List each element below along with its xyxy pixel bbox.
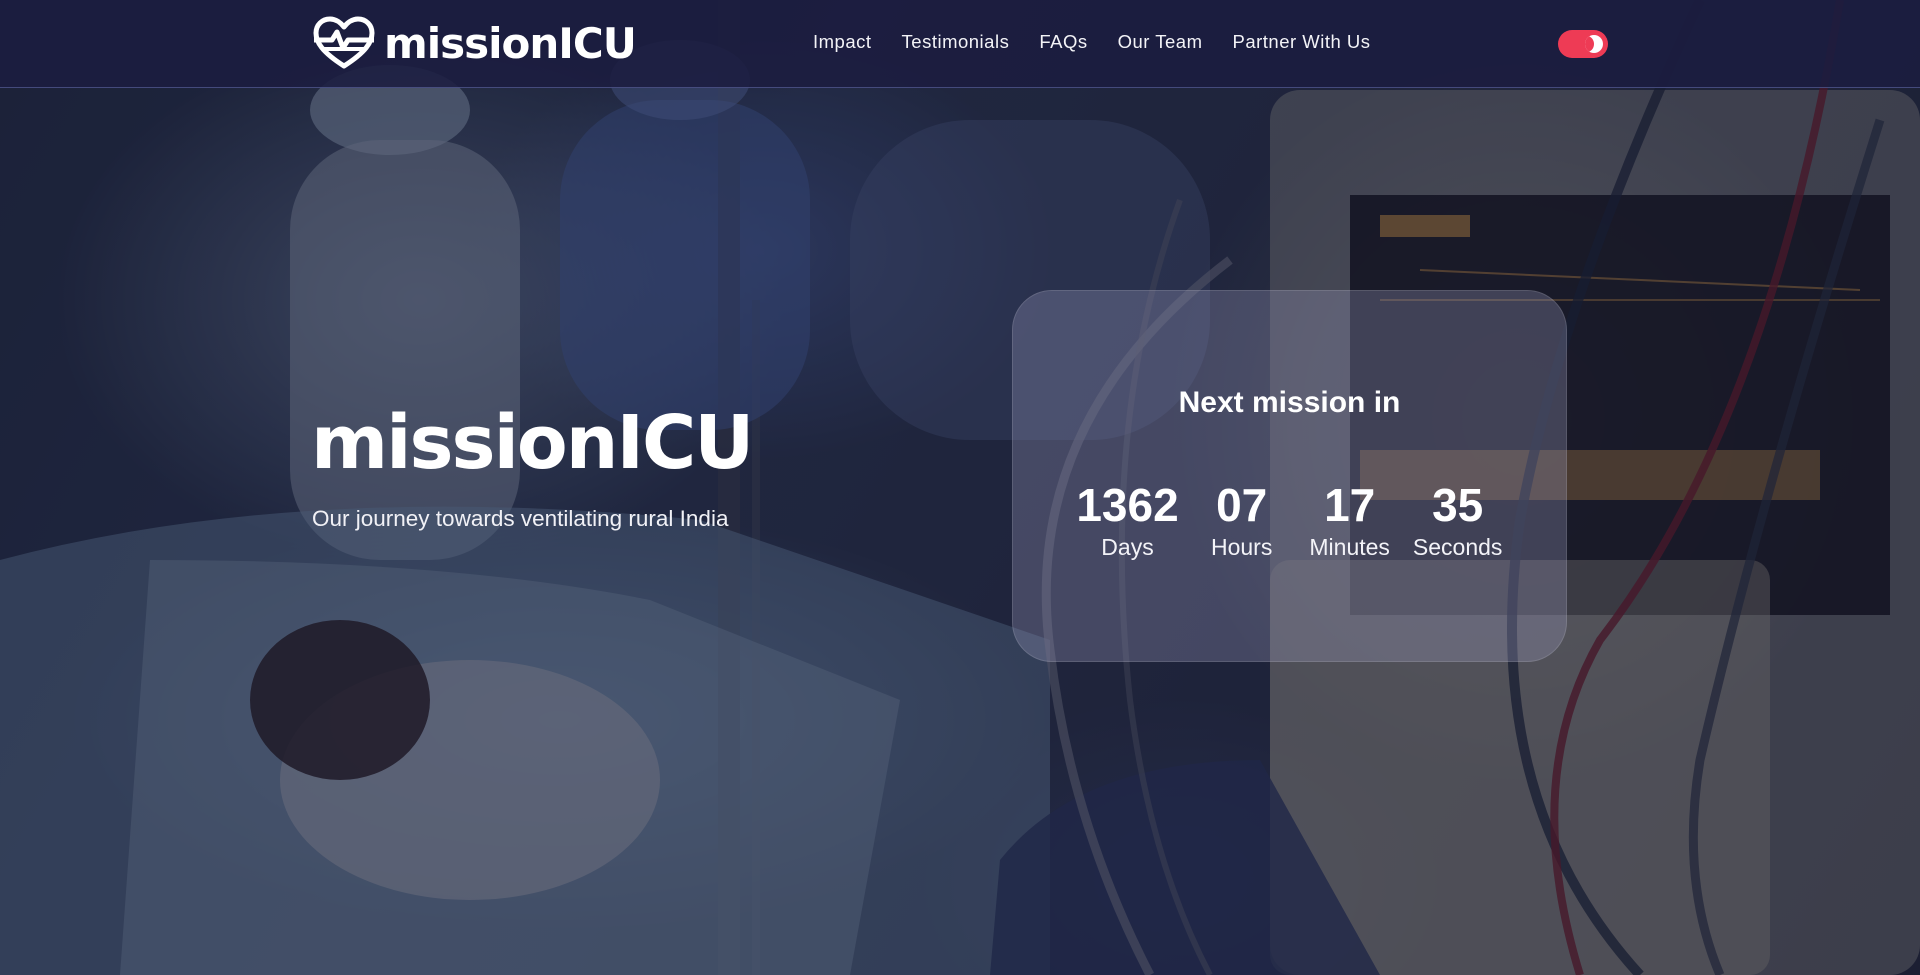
hero-subtitle: Our journey towards ventilating rural In… (312, 506, 729, 531)
hero-title: missionICU (311, 400, 754, 486)
countdown-seconds-value: 35 (1432, 479, 1484, 531)
nav-link-partner-with-us[interactable]: Partner With Us (1232, 31, 1370, 53)
countdown-seconds: 35 Seconds (1413, 479, 1503, 563)
brand-logo-link[interactable]: missionICU (312, 16, 637, 70)
countdown-heading: Next mission in (1178, 386, 1401, 419)
countdown-seconds-label: Seconds (1412, 534, 1503, 560)
moon-icon (1585, 35, 1603, 53)
countdown-hours: 07 Hours (1197, 479, 1287, 563)
countdown-minutes-value: 17 (1324, 479, 1376, 531)
page: missionICU Impact Testimonials FAQs Our … (0, 0, 1920, 975)
nav-link-impact[interactable]: Impact (813, 31, 872, 53)
countdown-days-value: 1362 (1076, 479, 1179, 531)
countdown-units: 1362 Days 07 Hours 17 Minutes 35 Seconds (1013, 479, 1566, 563)
countdown-days-label: Days (1101, 534, 1154, 560)
navbar: missionICU Impact Testimonials FAQs Our … (0, 0, 1920, 88)
theme-toggle[interactable] (1558, 30, 1608, 58)
heart-pulse-icon (313, 16, 375, 69)
nav-link-our-team[interactable]: Our Team (1118, 31, 1203, 53)
nav-link-faqs[interactable]: FAQs (1039, 31, 1087, 53)
countdown-hours-value: 07 (1216, 479, 1268, 531)
brand-name: missionICU (384, 18, 637, 68)
countdown-minutes-label: Minutes (1309, 534, 1390, 560)
countdown-minutes: 17 Minutes (1305, 479, 1395, 563)
hero-background-image (0, 0, 1920, 975)
nav-menu: Impact Testimonials FAQs Our Team Partne… (813, 31, 1371, 53)
nav-link-testimonials[interactable]: Testimonials (902, 31, 1010, 53)
countdown-hours-label: Hours (1210, 534, 1273, 560)
countdown-days: 1362 Days (1076, 479, 1178, 563)
countdown-card: Next mission in 1362 Days 07 Hours 17 Mi… (1012, 290, 1567, 662)
